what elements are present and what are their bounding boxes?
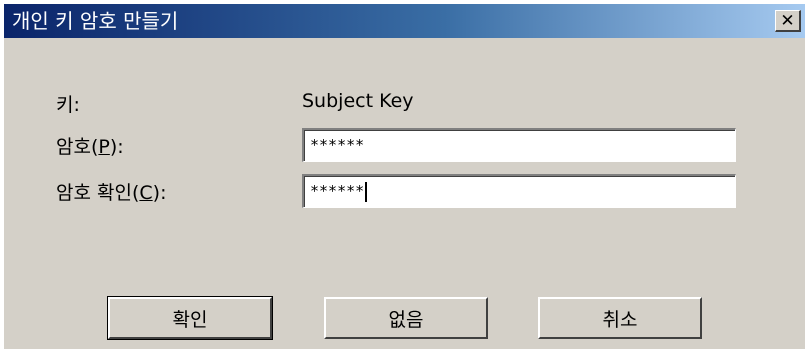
ok-button[interactable]: 확인 bbox=[107, 296, 273, 340]
password-label: 암호(P): bbox=[56, 132, 124, 159]
password-value: ****** bbox=[310, 136, 365, 154]
password-label-suffix: ): bbox=[109, 136, 124, 158]
key-value: Subject Key bbox=[302, 90, 414, 112]
create-private-key-password-dialog: 개인 키 암호 만들기 ✕ 키: Subject Key 암호(P): ****… bbox=[4, 4, 805, 349]
close-icon: ✕ bbox=[780, 10, 795, 31]
confirm-label-prefix: 암호 확인( bbox=[56, 182, 140, 204]
window-title: 개인 키 암호 만들기 bbox=[12, 9, 179, 33]
confirm-password-text: ****** bbox=[310, 182, 365, 200]
title-bar[interactable]: 개인 키 암호 만들기 ✕ bbox=[4, 4, 805, 38]
password-label-prefix: 암호( bbox=[56, 136, 99, 158]
confirm-label-mnemonic: C bbox=[139, 182, 153, 204]
text-caret bbox=[365, 181, 368, 202]
confirm-password-label: 암호 확인(C): bbox=[56, 178, 166, 205]
key-label: 키: bbox=[56, 94, 80, 116]
password-label-mnemonic: P bbox=[98, 136, 110, 158]
close-button[interactable]: ✕ bbox=[775, 10, 801, 32]
cancel-button[interactable]: 취소 bbox=[538, 297, 702, 339]
none-button[interactable]: 없음 bbox=[324, 297, 488, 339]
confirm-label-suffix: ): bbox=[152, 182, 167, 204]
confirm-password-field[interactable]: ****** bbox=[302, 174, 736, 208]
password-field[interactable]: ****** bbox=[302, 128, 736, 162]
confirm-password-value: ****** bbox=[310, 180, 368, 202]
